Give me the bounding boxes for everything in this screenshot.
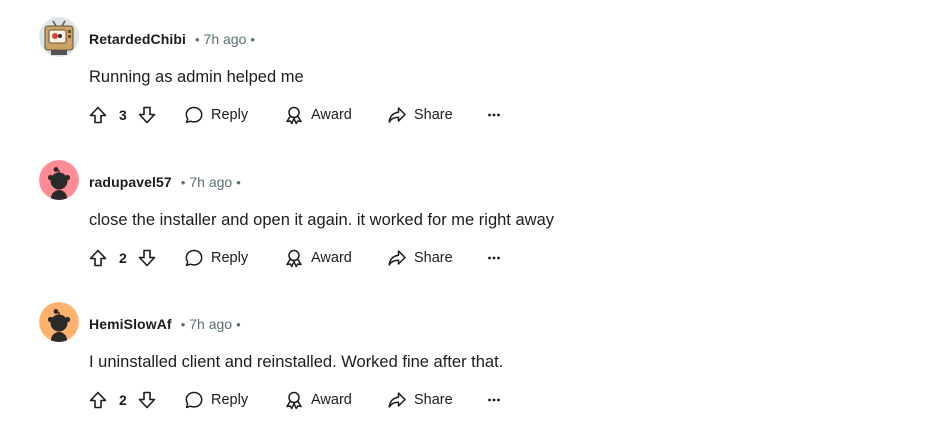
downvote-arrow-icon	[138, 249, 156, 267]
comment-meta: radupavel57 • 7h ago •	[89, 173, 241, 191]
more-options-button[interactable]	[486, 102, 502, 128]
comment-actions: 2 Reply Award Share	[86, 245, 516, 271]
comment: radupavel57 • 7h ago • close the install…	[0, 143, 943, 286]
comment: RetardedChibi • 7h ago • Running as admi…	[0, 0, 943, 143]
vote-score: 2	[119, 250, 127, 266]
comment-actions: 3 Reply Award Share	[86, 102, 516, 128]
more-options-icon	[488, 256, 500, 260]
username[interactable]: HemiSlowAf	[89, 316, 172, 332]
downvote-button[interactable]	[137, 102, 157, 128]
vote-score: 3	[119, 107, 127, 123]
upvote-arrow-icon	[89, 106, 107, 124]
comment-meta: RetardedChibi • 7h ago •	[89, 30, 255, 48]
timestamp[interactable]: 7h ago	[204, 31, 247, 47]
award-ribbon-icon	[286, 249, 302, 268]
share-arrow-icon	[388, 250, 406, 266]
reply-button[interactable]: Reply	[184, 102, 248, 128]
comment-body: I uninstalled client and reinstalled. Wo…	[89, 353, 504, 371]
meta-separator: •	[236, 316, 241, 332]
share-button[interactable]: Share	[387, 245, 453, 271]
downvote-arrow-icon	[138, 106, 156, 124]
speech-bubble-icon	[185, 391, 203, 409]
timestamp[interactable]: 7h ago	[189, 316, 232, 332]
more-options-button[interactable]	[486, 245, 502, 271]
award-button[interactable]: Award	[284, 387, 352, 413]
downvote-button[interactable]	[137, 387, 157, 413]
more-options-button[interactable]	[486, 387, 502, 413]
speech-bubble-icon	[185, 106, 203, 124]
comment-actions: 2 Reply Award Share	[86, 387, 516, 413]
reply-button[interactable]: Reply	[184, 387, 248, 413]
comment-body: close the installer and open it again. i…	[89, 211, 554, 229]
robot-tv-avatar-icon[interactable]	[39, 17, 79, 57]
reply-label: Reply	[211, 392, 249, 408]
award-ribbon-icon	[286, 106, 302, 125]
more-options-icon	[488, 113, 500, 117]
meta-separator: •	[194, 31, 200, 47]
snoo-avatar-icon[interactable]	[39, 302, 79, 342]
meta-separator: •	[236, 174, 241, 190]
upvote-arrow-icon	[89, 391, 107, 409]
share-label: Share	[414, 250, 453, 266]
award-button[interactable]: Award	[284, 245, 352, 271]
comment: HemiSlowAf • 7h ago • I uninstalled clie…	[0, 285, 943, 428]
upvote-button[interactable]	[88, 102, 108, 128]
reply-label: Reply	[211, 250, 249, 266]
speech-bubble-icon	[185, 249, 203, 267]
comment-meta: HemiSlowAf • 7h ago •	[89, 315, 241, 333]
upvote-arrow-icon	[89, 249, 107, 267]
share-label: Share	[414, 107, 453, 123]
more-options-icon	[488, 398, 500, 402]
share-label: Share	[414, 392, 453, 408]
award-ribbon-icon	[286, 391, 302, 410]
meta-separator: •	[180, 316, 186, 332]
reply-button[interactable]: Reply	[184, 245, 248, 271]
award-label: Award	[311, 107, 352, 123]
upvote-button[interactable]	[88, 245, 108, 271]
share-arrow-icon	[388, 107, 406, 123]
username[interactable]: radupavel57	[89, 174, 172, 190]
vote-score: 2	[119, 392, 127, 408]
award-label: Award	[311, 392, 352, 408]
timestamp[interactable]: 7h ago	[189, 174, 232, 190]
meta-separator: •	[250, 31, 255, 47]
snoo-avatar-icon[interactable]	[39, 160, 79, 200]
username[interactable]: RetardedChibi	[89, 31, 186, 47]
award-button[interactable]: Award	[284, 102, 352, 128]
upvote-button[interactable]	[88, 387, 108, 413]
meta-separator: •	[180, 174, 186, 190]
share-button[interactable]: Share	[387, 102, 453, 128]
share-button[interactable]: Share	[387, 387, 453, 413]
comment-body: Running as admin helped me	[89, 68, 304, 86]
share-arrow-icon	[388, 392, 406, 408]
award-label: Award	[311, 250, 352, 266]
reply-label: Reply	[211, 107, 249, 123]
downvote-button[interactable]	[137, 245, 157, 271]
downvote-arrow-icon	[138, 391, 156, 409]
